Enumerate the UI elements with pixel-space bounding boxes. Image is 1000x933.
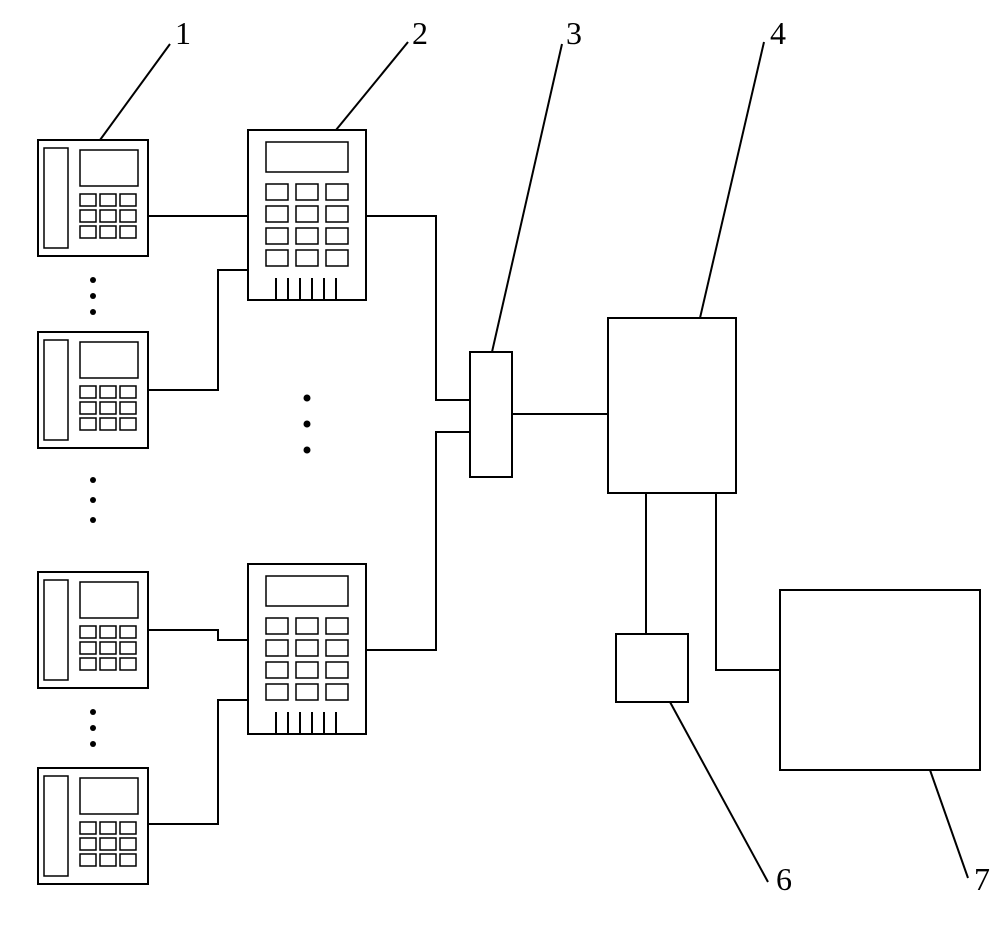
- phone-small-icon: [38, 768, 148, 884]
- phone-small-icon: [38, 140, 148, 256]
- connector-line: [366, 216, 470, 400]
- ellipsis-dot: [90, 277, 96, 283]
- block-7: [780, 590, 980, 770]
- ellipsis-dot: [90, 497, 96, 503]
- block-diagram: 1 2 3 4 6 7: [0, 0, 1000, 933]
- phone-small-icon: [38, 332, 148, 448]
- label-6: 6: [776, 861, 792, 897]
- leader-line: [700, 42, 764, 318]
- label-4: 4: [770, 15, 786, 51]
- leader-line: [930, 770, 968, 878]
- label-1: 1: [175, 15, 191, 51]
- connector-line: [148, 630, 248, 640]
- leader-line: [100, 44, 170, 140]
- connector-line: [148, 700, 248, 824]
- block-4: [608, 318, 736, 493]
- ellipsis-dot: [90, 741, 96, 747]
- ellipsis-dot: [90, 709, 96, 715]
- keypad-large-icon: [248, 130, 366, 300]
- label-7: 7: [974, 861, 990, 897]
- ellipsis-dot: [304, 447, 311, 454]
- ellipsis-dot: [304, 395, 311, 402]
- ellipsis-dot: [90, 309, 96, 315]
- label-3: 3: [566, 15, 582, 51]
- block-3: [470, 352, 512, 477]
- phone-small-icon: [38, 572, 148, 688]
- leader-line: [670, 702, 768, 882]
- ellipsis-dot: [90, 517, 96, 523]
- ellipsis-dot: [90, 725, 96, 731]
- connector-line: [716, 493, 780, 670]
- ellipsis-dot: [90, 477, 96, 483]
- block-6: [616, 634, 688, 702]
- keypad-large-icon: [248, 564, 366, 734]
- leader-line: [336, 42, 408, 130]
- label-2: 2: [412, 15, 428, 51]
- ellipsis-dot: [304, 421, 311, 428]
- leader-line: [492, 44, 562, 352]
- ellipsis-dot: [90, 293, 96, 299]
- connector-line: [366, 432, 470, 650]
- connector-line: [148, 270, 248, 390]
